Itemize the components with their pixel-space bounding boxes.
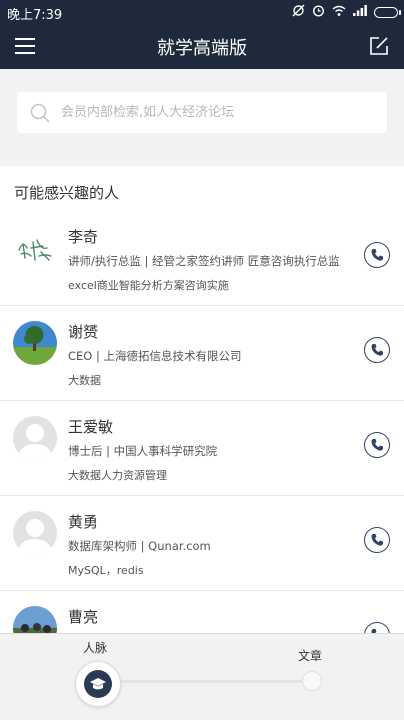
person-name: 谢赟 bbox=[68, 323, 99, 341]
phone-icon[interactable] bbox=[364, 242, 390, 268]
avatar bbox=[13, 511, 57, 555]
tab-renmai[interactable]: 人脉 bbox=[83, 639, 107, 656]
person-tags: 大数据人力资源管理 bbox=[68, 469, 167, 482]
avatar bbox=[13, 416, 57, 460]
alarm-icon bbox=[312, 4, 325, 21]
wifi-icon bbox=[332, 5, 346, 21]
avatar bbox=[13, 321, 57, 365]
avatar bbox=[13, 226, 57, 270]
person-title: 博士后 | 中国人事科学研究院 bbox=[68, 444, 218, 458]
search-area bbox=[0, 69, 404, 166]
header: 就学高端版 bbox=[0, 24, 404, 69]
phone-icon[interactable] bbox=[364, 622, 390, 633]
person-title: 讲师/执行总监 | 经管之家签约讲师 匠意咨询执行总监 bbox=[68, 254, 340, 268]
slider-knob[interactable] bbox=[75, 661, 121, 707]
person-row[interactable]: 曹亮 bbox=[0, 591, 404, 633]
person-name: 曹亮 bbox=[68, 608, 99, 626]
section-title: 可能感兴趣的人 bbox=[14, 184, 120, 202]
search-icon bbox=[30, 103, 50, 123]
person-title: 数据库架构师 | Qunar.com bbox=[68, 539, 211, 553]
status-bar: 晚上7:39 bbox=[0, 0, 404, 24]
page-title: 就学高端版 bbox=[157, 38, 247, 59]
status-time: 晚上7:39 bbox=[7, 8, 63, 23]
slider-end-dot[interactable] bbox=[302, 671, 322, 691]
bottom-switcher: 人脉 文章 bbox=[0, 633, 404, 720]
person-row[interactable]: 谢赟 CEO | 上海德拓信息技术有限公司 大数据 bbox=[0, 306, 404, 401]
person-title: CEO | 上海德拓信息技术有限公司 bbox=[68, 349, 242, 363]
slider-track[interactable] bbox=[110, 680, 310, 683]
tab-wenzhang[interactable]: 文章 bbox=[298, 647, 322, 664]
person-name: 黄勇 bbox=[68, 513, 99, 531]
search-box[interactable] bbox=[17, 92, 387, 133]
avatar bbox=[13, 606, 57, 633]
person-tags: 大数据 bbox=[68, 374, 101, 387]
phone-icon[interactable] bbox=[364, 432, 390, 458]
status-icons bbox=[292, 4, 401, 21]
battery-icon bbox=[374, 7, 401, 18]
person-row[interactable]: 黄勇 数据库架构师 | Qunar.com MySQL，redis bbox=[0, 496, 404, 591]
person-row[interactable]: 李奇 讲师/执行总监 | 经管之家签约讲师 匠意咨询执行总监 excel商业智能… bbox=[0, 211, 404, 306]
person-name: 李奇 bbox=[68, 228, 99, 246]
person-tags: excel商业智能分析方案咨询实施 bbox=[68, 279, 229, 292]
mute-icon bbox=[292, 4, 305, 21]
compose-icon[interactable] bbox=[368, 35, 390, 57]
person-name: 王爱敏 bbox=[68, 418, 114, 436]
phone-icon[interactable] bbox=[364, 527, 390, 553]
signal-icon bbox=[353, 5, 367, 20]
search-input[interactable] bbox=[61, 92, 381, 133]
people-list: 李奇 讲师/执行总监 | 经管之家签约讲师 匠意咨询执行总监 excel商业智能… bbox=[0, 211, 404, 633]
phone-icon[interactable] bbox=[364, 337, 390, 363]
person-tags: MySQL，redis bbox=[68, 564, 144, 577]
graduation-cap-icon bbox=[84, 670, 112, 698]
person-row[interactable]: 王爱敏 博士后 | 中国人事科学研究院 大数据人力资源管理 bbox=[0, 401, 404, 496]
